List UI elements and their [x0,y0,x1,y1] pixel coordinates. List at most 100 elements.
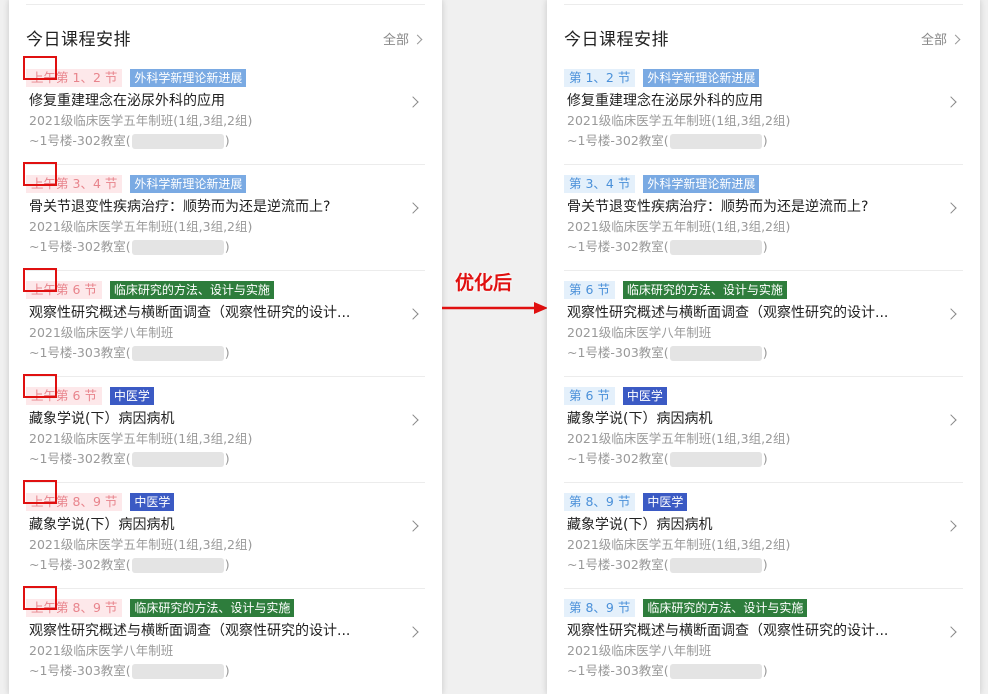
course-name: 修复重建理念在泌尿外科的应用 [29,93,225,109]
course-item[interactable]: 上午第 1、2 节 外科学新理论新进展 修复重建理念在泌尿外科的应用 2021级… [23,56,425,165]
section-header: 今日课程安排 全部 [564,28,963,54]
chevron-right-icon [407,626,419,638]
course-item[interactable]: 上午第 6 节 临床研究的方法、设计与实施 观察性研究概述与横断面调查（观察性研… [23,268,425,377]
subject-badge: 外科学新理论新进展 [643,174,760,193]
divider [26,4,425,5]
room-info: ~1号楼-302教室() [567,450,768,468]
course-name: 藏象学说(下）病因病机 [29,517,175,533]
view-all-link[interactable]: 全部 [382,31,423,51]
period-badge: 上午第 1、2 节 [26,68,123,87]
subject-badge: 中医学 [109,386,154,405]
room-info: ~1号楼-303教室() [29,344,230,362]
room-suffix: ) [762,239,768,254]
tag-row: 第 8、9 节 临床研究的方法、设计与实施 [564,598,808,617]
course-name: 骨关节退变性疾病治疗：顺势而为还是逆流而上? [29,199,331,215]
period-label: 第 6 节 [56,387,97,403]
subject-badge: 临床研究的方法、设计与实施 [643,598,808,617]
chevron-right-icon [407,202,419,214]
class-info: 2021级临床医学五年制班(1组,3组,2组) [29,219,253,234]
chevron-right-icon [945,626,957,638]
course-item[interactable]: 第 8、9 节 中医学 藏象学说(下）病因病机 2021级临床医学五年制班(1组… [564,483,963,589]
redacted-block [669,345,762,361]
view-all-label: 全部 [382,33,409,48]
course-item[interactable]: 上午第 3、4 节 外科学新理论新进展 骨关节退变性疾病治疗：顺势而为还是逆流而… [23,162,425,271]
subject-badge: 中医学 [622,386,667,405]
redacted-block [669,133,762,149]
course-name: 观察性研究概述与横断面调查（观察性研究的设计... [567,305,889,321]
subject-badge: 中医学 [643,492,688,511]
ampm-label: 上午 [31,599,57,615]
subject-badge: 临床研究的方法、设计与实施 [130,598,295,617]
course-name: 骨关节退变性疾病治疗：顺势而为还是逆流而上? [567,199,869,215]
course-item[interactable]: 上午第 8、9 节 临床研究的方法、设计与实施 观察性研究概述与横断面调查（观察… [23,586,425,694]
course-name: 藏象学说(下）病因病机 [567,517,713,533]
room-info: ~1号楼-302教室() [29,556,230,574]
period-badge: 上午第 6 节 [26,280,102,299]
period-badge: 第 8、9 节 [564,492,636,511]
period-label: 第 6 节 [56,281,97,297]
course-item[interactable]: 第 8、9 节 临床研究的方法、设计与实施 观察性研究概述与横断面调查（观察性研… [564,589,963,694]
course-item[interactable]: 第 6 节 中医学 藏象学说(下）病因病机 2021级临床医学五年制班(1组,3… [564,377,963,483]
tag-row: 上午第 6 节 临床研究的方法、设计与实施 [26,280,274,299]
period-badge: 第 6 节 [564,280,615,299]
chevron-right-icon [407,520,419,532]
room-info: ~1号楼-302教室() [29,238,230,256]
ampm-label: 上午 [31,175,57,191]
class-info: 2021级临床医学五年制班(1组,3组,2组) [567,431,791,446]
room-label: ~1号楼-303教室( [29,663,131,678]
room-suffix: ) [762,345,768,360]
course-item[interactable]: 第 3、4 节 外科学新理论新进展 骨关节退变性疾病治疗：顺势而为还是逆流而上?… [564,165,963,271]
course-item[interactable]: 第 1、2 节 外科学新理论新进展 修复重建理念在泌尿外科的应用 2021级临床… [564,59,963,165]
period-badge: 第 3、4 节 [564,174,636,193]
view-all-link[interactable]: 全部 [920,31,961,51]
room-label: ~1号楼-302教室( [29,239,131,254]
class-info: 2021级临床医学五年制班(1组,3组,2组) [567,537,791,552]
after-panel: 今日课程安排 全部 第 1、2 节 外科学新理论新进展 修复重建理念在泌尿外科的… [547,0,980,694]
room-suffix: ) [762,663,768,678]
class-info: 2021级临床医学五年制班(1组,3组,2组) [29,537,253,552]
class-info: 2021级临床医学五年制班(1组,3组,2组) [29,113,253,128]
room-info: ~1号楼-302教室() [567,556,768,574]
course-name: 藏象学说(下）病因病机 [29,411,175,427]
chevron-right-icon [407,308,419,320]
chevron-right-icon [407,414,419,426]
subject-badge: 临床研究的方法、设计与实施 [622,280,787,299]
class-info: 2021级临床医学八年制班 [29,325,174,340]
room-info: ~1号楼-303教室() [29,662,230,680]
course-item[interactable]: 上午第 6 节 中医学 藏象学说(下）病因病机 2021级临床医学五年制班(1组… [23,374,425,483]
redacted-block [131,663,224,679]
class-info: 2021级临床医学八年制班 [29,643,174,658]
tag-row: 第 6 节 中医学 [564,386,667,405]
chevron-right-icon [945,202,957,214]
room-info: ~1号楼-302教室() [29,450,230,468]
room-suffix: ) [762,557,768,572]
redacted-block [131,451,224,467]
room-label: ~1号楼-302教室( [567,451,669,466]
section-header: 今日课程安排 全部 [26,28,425,54]
redacted-block [131,345,224,361]
arrow-right-icon [442,302,548,314]
room-label: ~1号楼-302教室( [29,557,131,572]
period-badge: 第 8、9 节 [564,598,636,617]
section-title: 今日课程安排 [564,30,669,50]
period-label: 第 8、9 节 [56,599,118,615]
chevron-right-icon [950,34,961,45]
period-badge: 上午第 6 节 [26,386,102,405]
ampm-label: 上午 [31,387,57,403]
view-all-label: 全部 [920,33,947,48]
optimize-label: 优化后 [455,272,513,294]
room-label: ~1号楼-302教室( [29,133,131,148]
redacted-block [131,557,224,573]
redacted-block [669,663,762,679]
chevron-right-icon [412,34,423,45]
chevron-right-icon [945,308,957,320]
subject-badge: 外科学新理论新进展 [130,68,247,87]
course-item[interactable]: 上午第 8、9 节 中医学 藏象学说(下）病因病机 2021级临床医学五年制班(… [23,480,425,589]
room-suffix: ) [224,663,230,678]
course-name: 观察性研究概述与横断面调查（观察性研究的设计... [567,623,889,639]
redacted-block [131,133,224,149]
course-item[interactable]: 第 6 节 临床研究的方法、设计与实施 观察性研究概述与横断面调查（观察性研究的… [564,271,963,377]
chevron-right-icon [945,520,957,532]
room-info: ~1号楼-302教室() [567,238,768,256]
room-suffix: ) [224,557,230,572]
